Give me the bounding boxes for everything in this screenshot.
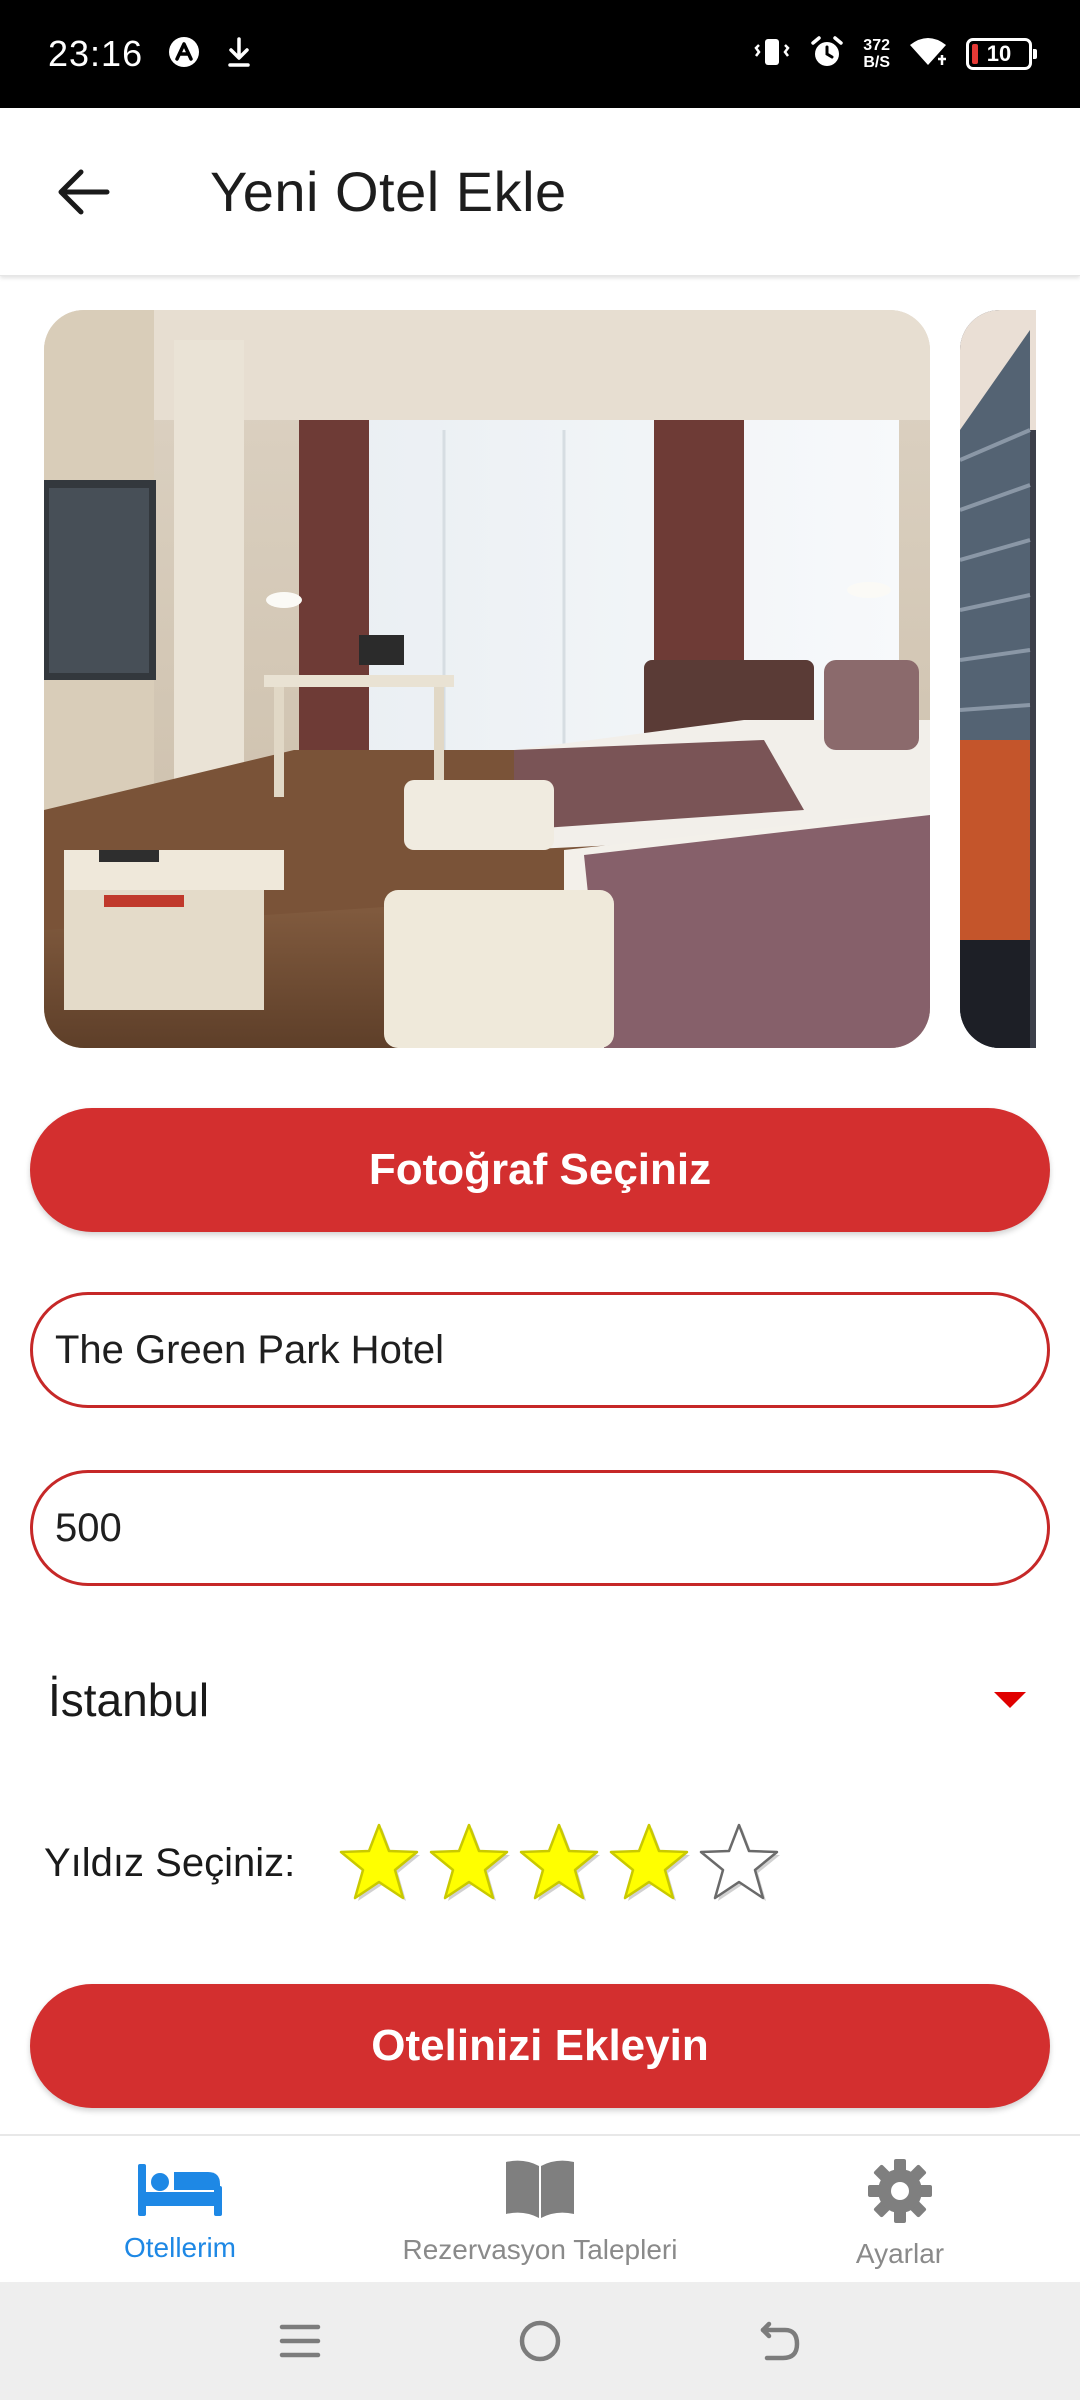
city-selected-value: İstanbul (48, 1674, 210, 1726)
star-list (337, 1821, 781, 1905)
battery-level: 10 (986, 41, 1012, 66)
alarm-icon (809, 34, 845, 75)
star-rating: Yıldız Seçiniz: (44, 1818, 781, 1908)
battery-icon: 10 (966, 38, 1037, 70)
recent-apps-button[interactable] (265, 2306, 335, 2376)
nav-label-rezervasyon-talepleri: Rezervasyon Talepleri (402, 2234, 678, 2265)
star-filled-icon[interactable] (337, 1821, 421, 1905)
nav-item-rezervasyon-talepleri[interactable]: Rezervasyon Talepleri (360, 2136, 720, 2282)
network-speed: 372 B/S (863, 37, 890, 71)
menu-icon (279, 2324, 321, 2358)
app-bar: Yeni Otel Ekle (0, 108, 1080, 276)
book-icon (506, 2160, 574, 2218)
hotel-name-field[interactable]: The Green Park Hotel (30, 1292, 1050, 1408)
hotel-name-value: The Green Park Hotel (55, 1327, 445, 1372)
add-hotel-button[interactable]: Otelinizi Ekleyin (30, 1984, 1050, 2108)
page-title: Yeni Otel Ekle (210, 160, 567, 223)
star-filled-icon[interactable] (517, 1821, 601, 1905)
hotel-exterior-photo[interactable] (960, 310, 1036, 1048)
star-filled-icon[interactable] (427, 1821, 511, 1905)
nav-label-ayarlar: Ayarlar (855, 2238, 945, 2269)
nav-item-ayarlar[interactable]: Ayarlar (720, 2136, 1080, 2282)
home-button[interactable] (505, 2306, 575, 2376)
rating-label: Yıldız Seçiniz: (44, 1840, 296, 1885)
arrow-left-icon (58, 169, 110, 214)
photo-gallery[interactable] (44, 310, 1036, 1048)
download-icon (225, 35, 253, 74)
price-field[interactable]: 500 (30, 1470, 1050, 1586)
star-empty-icon[interactable] (697, 1821, 781, 1905)
nav-label-otellerim: Otellerim (123, 2232, 236, 2263)
network-speed-value: 372 (863, 37, 890, 54)
dropdown-caret-icon (994, 1692, 1026, 1708)
network-speed-unit: B/S (863, 54, 890, 71)
home-icon (519, 2320, 561, 2362)
hotel-room-photo[interactable] (44, 310, 930, 1048)
system-back-button[interactable] (745, 2306, 815, 2376)
app-notification-icon (167, 35, 201, 74)
system-navigation-bar (0, 2282, 1080, 2400)
city-dropdown[interactable]: İstanbul (30, 1640, 1050, 1760)
wifi-icon (908, 35, 948, 74)
back-icon (760, 2321, 800, 2361)
gear-icon (868, 2159, 932, 2223)
select-photo-button[interactable]: Fotoğraf Seçiniz (30, 1108, 1050, 1232)
star-filled-icon[interactable] (607, 1821, 691, 1905)
vibrate-icon (753, 35, 791, 74)
bottom-navigation: Otellerim Rezervasyon Talepleri Ayarlar (0, 2134, 1080, 2282)
bed-icon (138, 2164, 222, 2216)
screen: 23:16 372 B/S 10 Yeni Otel Ekle Fotoğraf… (0, 0, 1080, 2400)
nav-item-otellerim[interactable]: Otellerim (0, 2136, 360, 2282)
status-bar: 23:16 372 B/S 10 (0, 0, 1080, 108)
back-button[interactable] (44, 152, 124, 232)
price-value: 500 (55, 1505, 122, 1550)
status-time: 23:16 (48, 33, 144, 74)
